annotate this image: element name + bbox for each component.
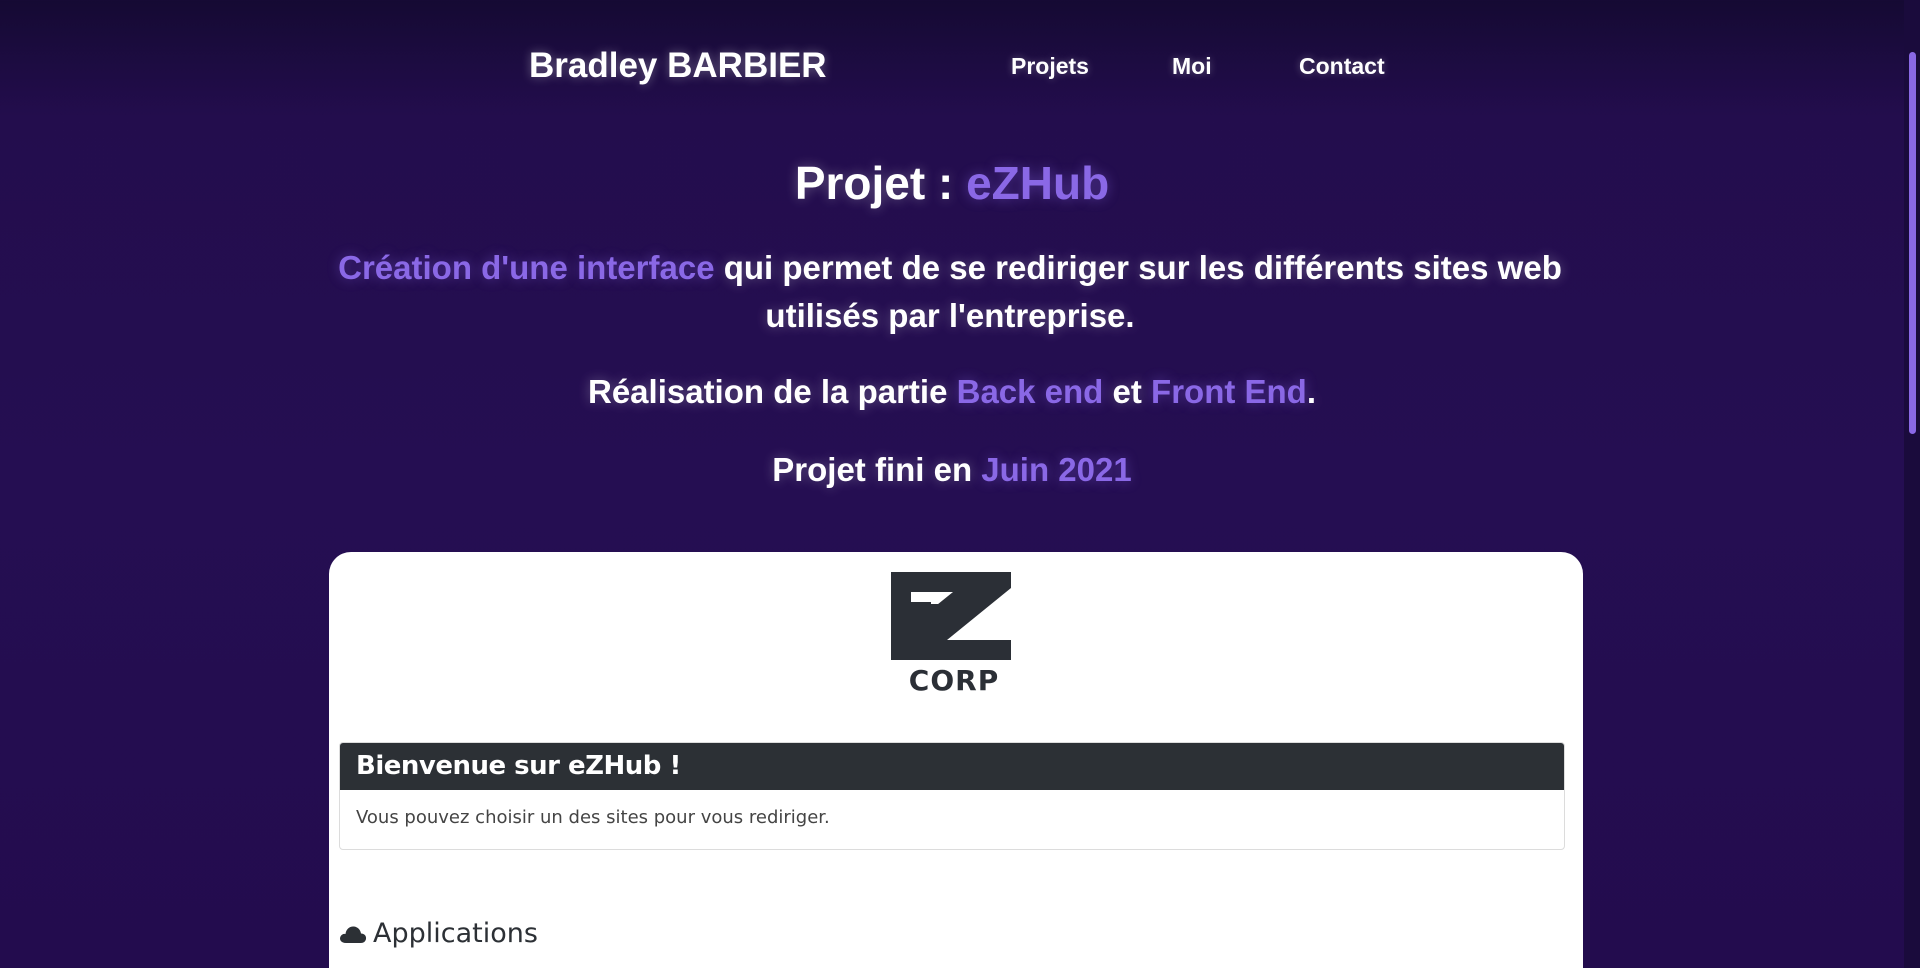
brand-name[interactable]: Bradley BARBIER bbox=[529, 46, 827, 86]
project-title-prefix: Projet : bbox=[794, 157, 967, 209]
project-screenshot-preview: CORP Bienvenue sur eZHub ! Vous pouvez c… bbox=[329, 552, 1583, 968]
welcome-card-title: Bienvenue sur eZHub ! bbox=[340, 743, 1564, 790]
project-scope: Réalisation de la partie Back end et Fro… bbox=[0, 373, 1904, 411]
cloud-icon bbox=[340, 925, 367, 943]
project-description: Création d'une interface qui permet de s… bbox=[290, 244, 1610, 340]
ez-logo-mark bbox=[891, 572, 1011, 660]
applications-heading: Applications bbox=[339, 918, 538, 949]
navbar: Bradley BARBIER Projets Moi Contact bbox=[0, 0, 1904, 130]
nav-link-contact[interactable]: Contact bbox=[1299, 53, 1385, 80]
project-description-text: qui permet de se rediriger sur les diffé… bbox=[714, 249, 1562, 334]
project-title-name: eZHub bbox=[966, 157, 1110, 209]
project-scope-mid: et bbox=[1103, 373, 1152, 410]
welcome-card: Bienvenue sur eZHub ! Vous pouvez choisi… bbox=[339, 742, 1565, 850]
project-date-prefix: Projet fini en bbox=[772, 451, 982, 488]
nav-link-moi[interactable]: Moi bbox=[1172, 53, 1212, 80]
project-scope-suffix: . bbox=[1306, 373, 1317, 410]
scrollbar-thumb[interactable] bbox=[1909, 52, 1916, 434]
project-date-value: Juin 2021 bbox=[981, 451, 1132, 488]
project-scope-prefix: Réalisation de la partie bbox=[587, 373, 957, 410]
project-title: Projet : eZHub bbox=[0, 156, 1904, 210]
welcome-card-text: Vous pouvez choisir un des sites pour vo… bbox=[356, 807, 830, 828]
project-description-accent: Création d'une interface bbox=[338, 249, 715, 286]
project-date: Projet fini en Juin 2021 bbox=[0, 451, 1904, 489]
project-scope-backend: Back end bbox=[956, 373, 1104, 410]
project-scope-frontend: Front End bbox=[1151, 373, 1307, 410]
page-scrollbar[interactable] bbox=[1904, 0, 1920, 968]
nav-link-projets[interactable]: Projets bbox=[1011, 53, 1089, 80]
logo-text: CORP bbox=[908, 664, 1000, 697]
applications-heading-label: Applications bbox=[373, 918, 538, 949]
ez-corp-logo: CORP bbox=[891, 572, 1021, 697]
